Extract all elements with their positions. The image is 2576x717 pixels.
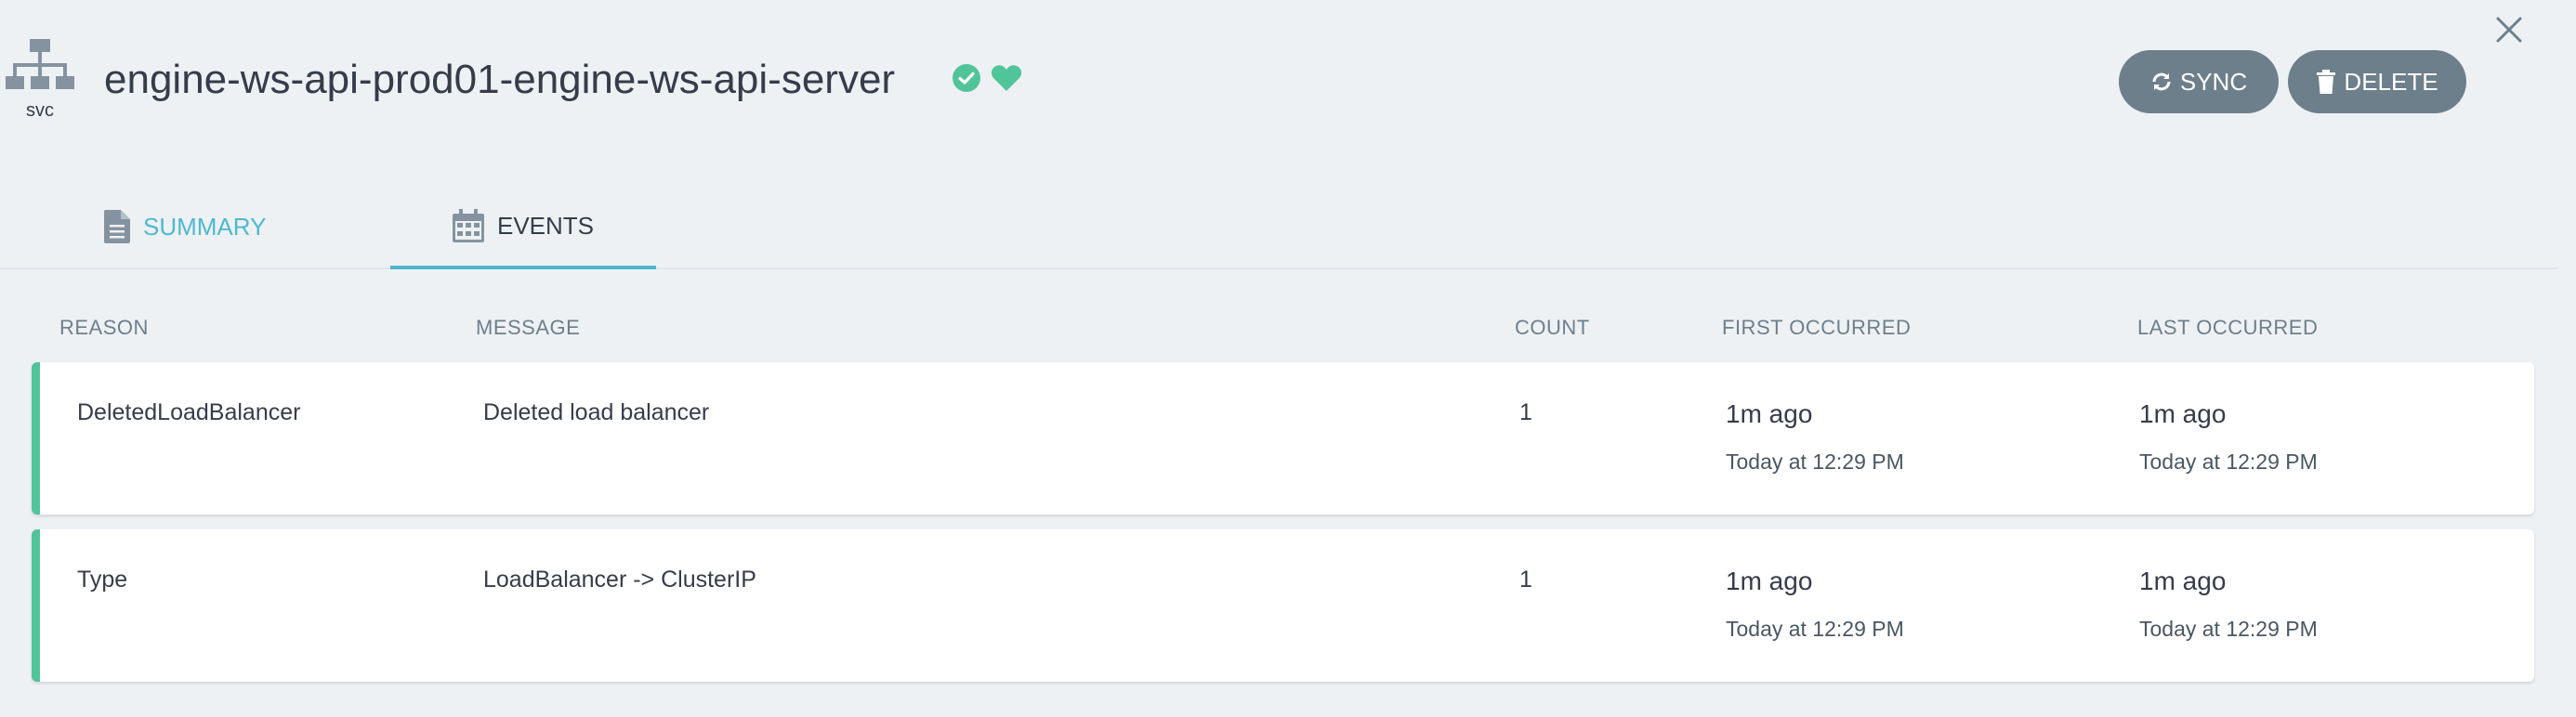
event-last-occurred-absolute: Today at 12:29 PM: [2139, 450, 2318, 474]
resource-header: svc engine-ws-api-prod01-engine-ws-api-s…: [0, 0, 2576, 158]
event-reason: Type: [77, 567, 128, 593]
tab-summary-label: SUMMARY: [143, 212, 267, 241]
event-message: Deleted load balancer: [483, 399, 710, 425]
close-icon[interactable]: [2491, 11, 2528, 48]
column-header-count: COUNT: [1515, 316, 1590, 339]
column-header-first-occurred: FIRST OCCURRED: [1722, 316, 1912, 339]
event-last-occurred-relative: 1m ago: [2139, 399, 2227, 428]
event-first-occurred-absolute: Today at 12:29 PM: [1726, 450, 1904, 474]
event-last-occurred-absolute: Today at 12:29 PM: [2139, 617, 2318, 641]
sync-button[interactable]: SYNC: [2119, 50, 2279, 113]
calendar-icon: [452, 209, 484, 242]
table-row[interactable]: Type LoadBalancer -> ClusterIP 1 1m ago …: [32, 529, 2534, 682]
event-first-occurred-absolute: Today at 12:29 PM: [1726, 617, 1904, 641]
heart-icon: [991, 65, 1022, 91]
resource-title: engine-ws-api-prod01-engine-ws-api-serve…: [104, 57, 896, 102]
sync-button-label: SYNC: [2179, 67, 2248, 96]
trash-icon: [2317, 70, 2336, 94]
event-last-occurred-relative: 1m ago: [2139, 567, 2227, 595]
tab-summary[interactable]: SUMMARY: [104, 186, 266, 267]
column-header-last-occurred: LAST OCCURRED: [2137, 316, 2319, 339]
event-reason: DeletedLoadBalancer: [77, 399, 301, 425]
resource-kind-label: svc: [26, 100, 54, 121]
tab-events[interactable]: EVENTS: [390, 186, 656, 269]
file-icon: [104, 210, 130, 243]
refresh-icon: [2152, 72, 2171, 91]
column-header-message: MESSAGE: [476, 316, 581, 339]
check-circle-icon: [953, 64, 980, 92]
status-icons: [952, 63, 1022, 93]
table-row[interactable]: DeletedLoadBalancer Deleted load balance…: [32, 362, 2534, 515]
event-message: LoadBalancer -> ClusterIP: [483, 567, 756, 593]
tab-events-label: EVENTS: [496, 211, 595, 240]
event-first-occurred-relative: 1m ago: [1726, 399, 1813, 428]
event-count: 1: [1519, 399, 1532, 425]
column-header-reason: REASON: [59, 316, 149, 339]
event-count: 1: [1519, 567, 1532, 593]
delete-button-label: DELETE: [2344, 67, 2438, 96]
delete-button[interactable]: DELETE: [2288, 50, 2466, 113]
tab-bar: SUMMARY EVENTS: [0, 186, 2557, 269]
event-first-occurred-relative: 1m ago: [1726, 567, 1813, 595]
